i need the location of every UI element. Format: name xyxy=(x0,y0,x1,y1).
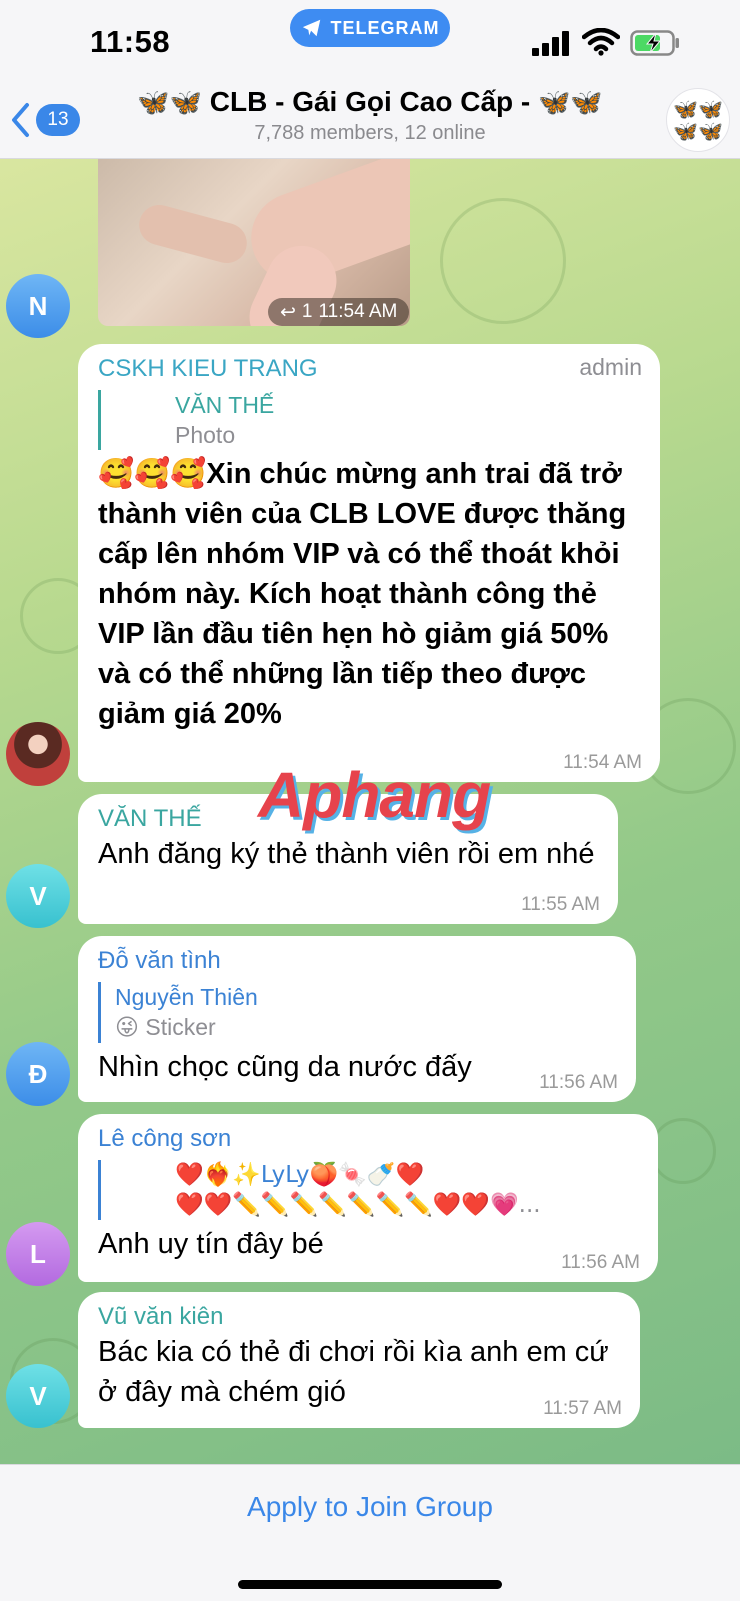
sender-name[interactable]: Vũ văn kiên xyxy=(98,1302,620,1332)
message-time: 11:56 AM xyxy=(539,1072,618,1093)
status-time: 11:58 xyxy=(90,24,171,59)
message-text: Anh đăng ký thẻ thành viên rồi em nhé xyxy=(98,838,595,870)
group-avatar[interactable]: 🦋🦋🦋🦋 xyxy=(666,88,730,152)
reply-name: ❤️❤️‍🔥✨LyLy🍑🍬🍼❤️ xyxy=(175,1162,425,1188)
battery-charging-icon xyxy=(630,30,679,56)
reply-type-label: Sticker xyxy=(145,1014,216,1040)
reply-preview[interactable]: ❤️❤️‍🔥✨LyLy🍑🍬🍼❤️ ❤️❤️✏️✏️✏️✏️✏️✏️✏️❤️❤️💗… xyxy=(98,1160,638,1220)
reply-type: ❤️❤️✏️✏️✏️✏️✏️✏️✏️❤️❤️💗... xyxy=(175,1192,541,1218)
photo-time: 11:54 AM xyxy=(318,301,398,322)
reply-type: 😜 Sticker xyxy=(115,1012,616,1043)
back-button[interactable]: 13 xyxy=(10,98,90,142)
message-time: 11:57 AM xyxy=(543,1398,622,1419)
home-indicator[interactable] xyxy=(238,1580,502,1589)
unread-count-badge: 13 xyxy=(36,104,80,136)
message-text: Anh uy tín đây bé xyxy=(98,1228,324,1260)
chevron-left-icon xyxy=(12,103,29,137)
reply-name: Nguyễn Thiên xyxy=(115,984,258,1010)
message-bubble[interactable]: Đỗ văn tình Nguyễn Thiên 😜 Sticker Nhìn … xyxy=(78,936,636,1102)
message-bubble[interactable]: Lê công sơn ❤️❤️‍🔥✨LyLy🍑🍬🍼❤️ ❤️❤️✏️✏️✏️✏… xyxy=(78,1114,658,1282)
avatar[interactable] xyxy=(6,722,70,786)
message-bubble[interactable]: CSKH KIEU TRANG admin VĂN THẾ Photo 🥰🥰🥰X… xyxy=(78,344,660,782)
apply-to-join-button[interactable]: Apply to Join Group xyxy=(0,1491,740,1523)
reply-count: 1 xyxy=(301,301,313,322)
wallpaper-doodle xyxy=(440,198,566,324)
chat-title-text: CLB - Gái Gọi Cao Cấp - xyxy=(209,86,531,117)
photo-reply-meta[interactable]: ↩ 1 11:54 AM xyxy=(268,298,410,326)
message-bubble[interactable]: Vũ văn kiên Bác kia có thẻ đi chơi rồi k… xyxy=(78,1292,640,1428)
paper-plane-icon xyxy=(302,19,320,37)
reply-arrow-icon: ↩ xyxy=(280,301,296,323)
chat-area[interactable]: ↩ 1 11:54 AM N CSKH KIEU TRANG admin VĂN… xyxy=(0,158,740,1464)
message-time: 11:54 AM xyxy=(563,752,642,773)
signal-icon xyxy=(532,30,572,56)
telegram-pill[interactable]: TELEGRAM xyxy=(290,9,450,47)
wifi-icon xyxy=(582,28,620,56)
reply-preview[interactable]: Nguyễn Thiên 😜 Sticker xyxy=(98,982,616,1043)
message-text: Bác kia có thẻ đi chơi rồi kìa anh em cứ… xyxy=(98,1336,609,1408)
member-count: 7,788 members, 12 online xyxy=(254,122,486,144)
avatar[interactable]: V xyxy=(6,864,70,928)
telegram-pill-label: TELEGRAM xyxy=(330,17,440,38)
butterfly-icon: 🦋🦋 xyxy=(137,88,202,118)
avatar[interactable]: Đ xyxy=(6,1042,70,1106)
butterfly-icon: 🦋🦋 xyxy=(538,88,603,118)
message-text: 🥰🥰🥰Xin chúc mừng anh trai đã trở thành v… xyxy=(98,458,627,730)
sender-name[interactable]: CSKH KIEU TRANG xyxy=(98,354,640,384)
chat-title-block[interactable]: 🦋🦋 CLB - Gái Gọi Cao Cấp - 🦋🦋 7,788 memb… xyxy=(110,86,630,145)
sender-name[interactable]: Đỗ văn tình xyxy=(98,946,616,976)
avatar[interactable]: L xyxy=(6,1222,70,1286)
message-time: 11:56 AM xyxy=(561,1252,640,1273)
wallpaper-doodle xyxy=(650,1118,716,1184)
sender-name[interactable]: Lê công sơn xyxy=(98,1124,638,1154)
watermark: Aphang xyxy=(258,759,491,831)
reply-preview[interactable]: VĂN THẾ Photo xyxy=(98,390,640,450)
avatar[interactable]: V xyxy=(6,1364,70,1428)
reply-type: Photo xyxy=(175,422,236,448)
chat-title: 🦋🦋 CLB - Gái Gọi Cao Cấp - 🦋🦋 xyxy=(110,86,630,118)
reply-name: VĂN THẾ xyxy=(175,392,275,418)
avatar[interactable]: N xyxy=(6,274,70,338)
admin-badge: admin xyxy=(579,354,642,380)
top-bar: 11:58 TELEGRAM 13 🦋🦋 CLB - Gái Gọi Cao C… xyxy=(0,0,740,159)
bottom-bar: Apply to Join Group xyxy=(0,1464,740,1601)
message-time: 11:55 AM xyxy=(521,894,600,915)
winking-tongue-emoji-icon: 😜 xyxy=(115,1015,139,1041)
